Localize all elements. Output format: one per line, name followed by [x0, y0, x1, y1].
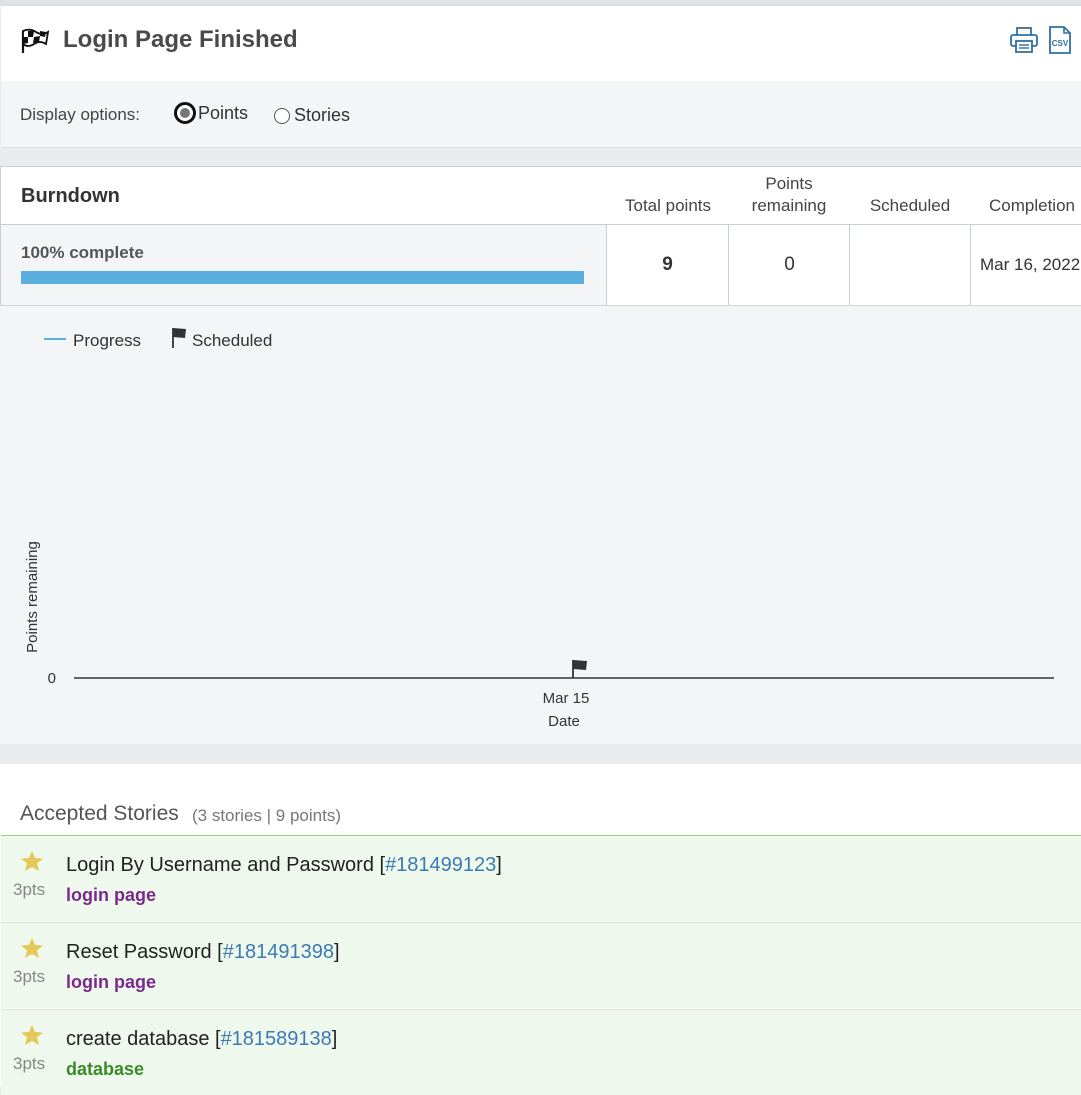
section-gap — [0, 744, 1081, 764]
radio-selected-icon — [174, 102, 196, 124]
stories-radio-label: Stories — [294, 105, 351, 125]
csv-file-icon[interactable]: CSV — [1048, 25, 1072, 60]
total-points-value: 9 — [606, 225, 728, 305]
story-bracket: ] — [331, 1028, 338, 1050]
display-options-label: Display options: — [20, 105, 141, 124]
story-name: Reset Password [#181491398] — [66, 941, 340, 964]
burndown-summary: Burndown Total points Points remaining S… — [0, 166, 1081, 307]
star-icon — [20, 1024, 44, 1051]
story-label[interactable]: login page — [66, 885, 156, 906]
printer-icon[interactable] — [1009, 26, 1039, 59]
burndown-chart: Progress Scheduled Points remaining 0 Ma… — [0, 305, 1081, 745]
star-icon — [20, 937, 44, 964]
legend-scheduled-label: Scheduled — [192, 331, 272, 350]
page-header: Login Page Finished CSV — [1, 5, 1081, 82]
scheduled-flag-marker — [572, 660, 587, 678]
accepted-stories-title: Accepted Stories — [20, 802, 179, 825]
section-gap — [0, 148, 1081, 166]
svg-text:CSV: CSV — [1052, 39, 1069, 48]
x-tick-label: Mar 15 — [543, 690, 590, 707]
story-label[interactable]: database — [66, 1059, 144, 1080]
radio-unselected-icon — [274, 107, 290, 124]
scheduled-value — [849, 225, 971, 305]
points-remaining-value: 0 — [728, 225, 850, 305]
story-title: create database [ — [66, 1028, 221, 1050]
legend-scheduled-flag-icon — [172, 328, 186, 348]
story-points: 3pts — [13, 880, 46, 899]
x-axis-label: Date — [548, 713, 580, 730]
story-row[interactable]: 3pts Login By Username and Password [#18… — [1, 835, 1081, 921]
y-tick-label: 0 — [48, 670, 56, 687]
story-points: 3pts — [13, 1054, 46, 1073]
burndown-row: 100% complete 9 0 Mar 16, 2022 — [1, 224, 1081, 307]
progress-cell: 100% complete — [1, 225, 606, 305]
story-row[interactable]: 3pts Reset Password [#181491398] login p… — [1, 922, 1081, 1008]
story-bracket: ] — [496, 854, 502, 876]
story-points: 3pts — [13, 967, 46, 986]
story-id-link[interactable]: #181491398 — [223, 941, 334, 963]
stories-radio[interactable]: Stories — [274, 105, 350, 126]
star-icon — [20, 850, 44, 877]
points-remaining-header: Points remaining — [734, 173, 844, 217]
story-name: Login By Username and Password [#1814991… — [66, 854, 502, 877]
points-radio-label: Points — [198, 102, 249, 123]
page-title: Login Page Finished — [63, 26, 298, 53]
story-label[interactable]: login page — [66, 972, 156, 993]
completion-header: Completion — [989, 196, 1075, 215]
story-row[interactable]: 3pts create database [#181589138] databa… — [1, 1009, 1081, 1095]
burndown-title: Burndown — [21, 185, 120, 207]
story-bracket: ] — [333, 941, 340, 963]
y-axis-label: Points remaining — [24, 541, 41, 653]
story-title: Login By Username and Password [ — [66, 854, 386, 876]
story-title: Reset Password [ — [66, 941, 223, 963]
burndown-chart-svg: Progress Scheduled Points remaining 0 Ma… — [24, 328, 1054, 730]
checkered-flag-icon — [20, 28, 50, 59]
total-points-header: Total points — [625, 196, 711, 215]
complete-text: 100% complete — [21, 243, 144, 262]
scheduled-header: Scheduled — [869, 196, 951, 215]
accepted-stories-section: Accepted Stories (3 stories | 9 points) … — [0, 764, 1081, 1095]
completion-value: Mar 16, 2022 — [970, 225, 1081, 305]
points-radio[interactable]: Points — [174, 102, 248, 124]
points-remaining-header-line2: remaining — [751, 196, 827, 215]
story-id-link[interactable]: #181499123 — [385, 854, 496, 876]
legend-progress-label: Progress — [73, 331, 141, 350]
points-remaining-header-line1: Points — [765, 174, 813, 193]
progress-bar — [21, 271, 584, 284]
accepted-stories-summary: (3 stories | 9 points) — [192, 806, 341, 825]
story-id-link[interactable]: #181589138 — [221, 1028, 332, 1050]
story-name: create database [#181589138] — [66, 1028, 337, 1051]
display-options-bar: Display options: Points Stories — [1, 81, 1081, 148]
